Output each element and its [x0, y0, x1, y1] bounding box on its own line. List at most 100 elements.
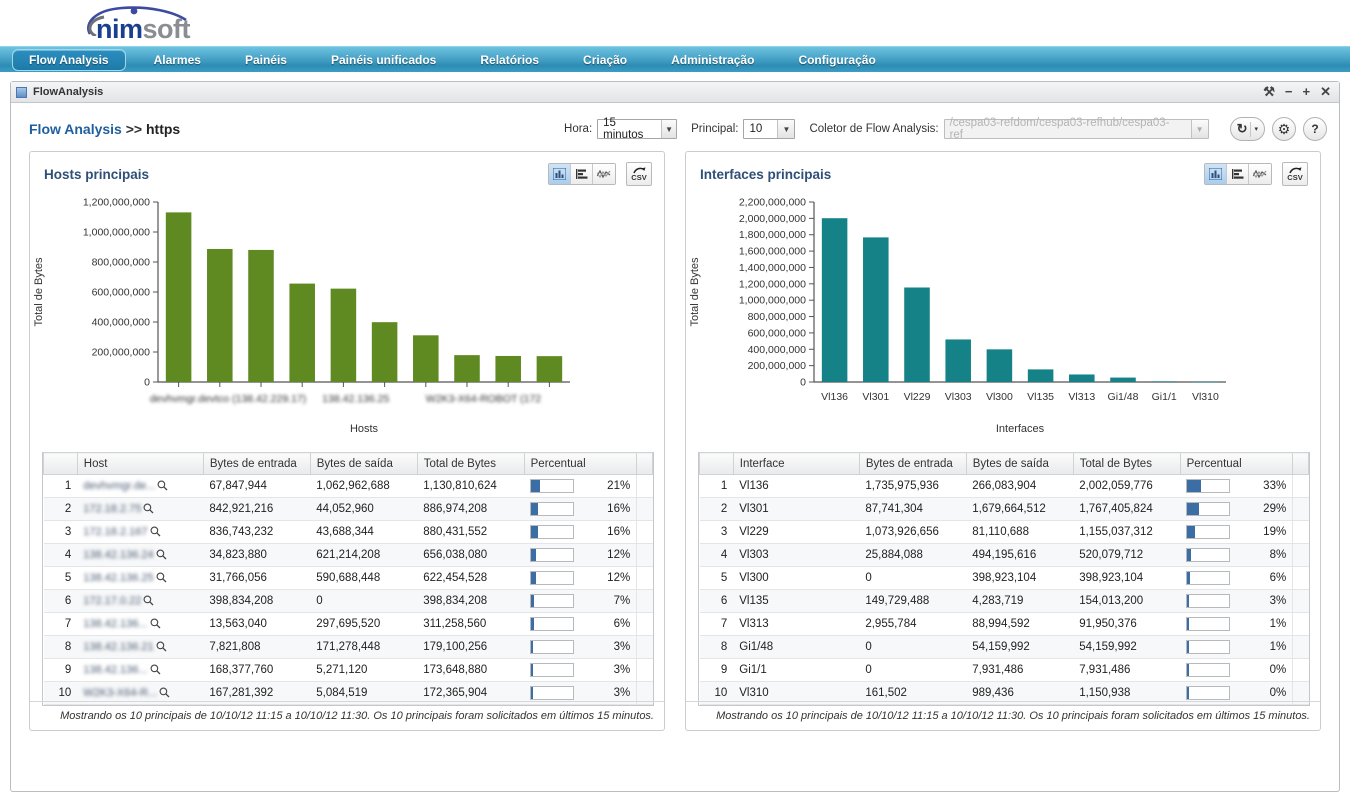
- line-chart-icon[interactable]: [593, 164, 615, 184]
- horizontal-bar-chart-icon[interactable]: [571, 164, 593, 184]
- table-row[interactable]: 8 138.42.136.21 7,821,808 171,278,448 179,10…: [43, 635, 653, 659]
- column-header-total-de-bytes[interactable]: Total de Bytes: [1072, 452, 1181, 475]
- table-row[interactable]: 5 138.42.136.25 31,766,056 590,688,448 622,4…: [43, 566, 653, 590]
- percent-bar-fill: [1187, 618, 1189, 630]
- maximize-icon[interactable]: +: [1303, 85, 1311, 98]
- bar: [289, 283, 315, 382]
- search-icon[interactable]: [157, 480, 168, 491]
- nav-item-relat-rios[interactable]: Relatórios: [458, 47, 561, 73]
- column-header-interface[interactable]: Interface: [732, 452, 860, 475]
- vertical-bar-chart-icon[interactable]: [1205, 164, 1227, 184]
- nav-item-pain-is-unificados[interactable]: Painéis unificados: [309, 47, 458, 73]
- table-row[interactable]: 7 138.42.136... 13,563,040 297,695,520 311,2…: [43, 612, 653, 636]
- svg-text:1,200,000,000: 1,200,000,000: [83, 197, 150, 209]
- row-rank: 1: [699, 474, 734, 498]
- search-icon[interactable]: [150, 526, 161, 537]
- table-row[interactable]: 3 Vl229 1,073,926,656 81,110,688 1,155,037,3…: [699, 520, 1309, 544]
- table-row[interactable]: 1 devhvmgr.de... 67,847,944 1,062,962,688 1,…: [43, 474, 653, 498]
- line-chart-icon[interactable]: [1249, 164, 1271, 184]
- bar: [904, 287, 930, 382]
- table-row[interactable]: 8 Gi1/48 0 54,159,992 54,159,992 1%: [699, 635, 1309, 659]
- table-row[interactable]: 1 Vl136 1,735,975,936 266,083,904 2,002,059,…: [699, 474, 1309, 498]
- hosts-footer-note: Mostrando os 10 principais de 10/10/12 1…: [30, 701, 664, 730]
- column-header-total-de-bytes[interactable]: Total de Bytes: [416, 452, 525, 475]
- search-icon[interactable]: [143, 503, 154, 514]
- coletor-select[interactable]: /cespa03-refdom/cespa03-refhub/cespa03-r…: [943, 117, 1209, 141]
- column-header-blank0[interactable]: [699, 452, 734, 475]
- principal-select[interactable]: 10 ▼: [743, 119, 796, 139]
- row-bytes-in: 168,377,760: [203, 658, 311, 682]
- search-icon[interactable]: [159, 687, 170, 698]
- search-icon[interactable]: [156, 549, 167, 560]
- column-header-bytes-de-sa-da[interactable]: Bytes de saída: [965, 452, 1074, 475]
- search-icon[interactable]: [143, 595, 154, 606]
- table-row[interactable]: 7 Vl313 2,955,784 88,994,592 91,950,376 1%: [699, 612, 1309, 636]
- table-row[interactable]: 5 Vl300 0 398,923,104 398,923,104 6%: [699, 566, 1309, 590]
- search-icon[interactable]: [156, 572, 167, 583]
- row-end-cell: [1292, 658, 1309, 682]
- breadcrumb-root[interactable]: Flow Analysis: [29, 121, 122, 137]
- table-row[interactable]: 3 172.18.2.167 836,743,232 43,688,344 880,43…: [43, 520, 653, 544]
- table-row[interactable]: 6 172.17.0.22 398,834,208 0 398,834,208 7%: [43, 589, 653, 613]
- row-end-cell: [1292, 612, 1309, 636]
- table-row[interactable]: 6 Vl135 149,729,488 4,283,719 154,013,200 3%: [699, 589, 1309, 613]
- column-header-bytes-de-entrada[interactable]: Bytes de entrada: [858, 452, 967, 475]
- interfaces-csv-export-button[interactable]: CSV: [1282, 162, 1308, 186]
- breadcrumb-current: https: [145, 121, 181, 137]
- bar: [1027, 369, 1054, 382]
- search-icon[interactable]: [156, 641, 167, 652]
- page-toolbar: Flow Analysis >> https Hora: 15 minutos …: [11, 103, 1339, 147]
- row-name: Vl313: [739, 618, 769, 630]
- settings-button[interactable]: ⚙: [1272, 117, 1296, 141]
- chevron-down-icon: ▾: [1254, 126, 1258, 133]
- hosts-csv-export-button[interactable]: CSV: [626, 162, 652, 186]
- close-icon[interactable]: ✕: [1320, 85, 1331, 98]
- table-row[interactable]: 2 172.18.2.75 842,921,216 44,052,960 886,974…: [43, 497, 653, 521]
- svg-text:Vl300: Vl300: [986, 391, 1013, 403]
- column-header-bytes-de-sa-da[interactable]: Bytes de saída: [309, 452, 418, 475]
- nav-item-pain-is[interactable]: Painéis: [223, 47, 309, 73]
- nav-item-configura-o[interactable]: Configuração: [776, 47, 897, 73]
- svg-text:1,000,000,000: 1,000,000,000: [83, 227, 150, 239]
- column-header-percentual[interactable]: Percentual: [523, 452, 638, 475]
- principal-label: Principal:: [691, 123, 739, 135]
- hora-control: Hora: 15 minutos ▼: [564, 117, 678, 141]
- vertical-bar-chart-icon[interactable]: [549, 164, 571, 184]
- percent-bar-fill: [1187, 641, 1189, 653]
- row-end-cell: [636, 520, 653, 544]
- interfaces-table-header-row: Interface Bytes de entrada Bytes de saída T…: [699, 452, 1309, 475]
- row-name: Vl229: [739, 526, 769, 538]
- bar: [1110, 377, 1136, 382]
- row-name: Vl301: [739, 503, 769, 515]
- search-icon[interactable]: [150, 618, 161, 629]
- nav-item-flow-analysis[interactable]: Flow Analysis: [12, 48, 126, 71]
- column-header-percentual[interactable]: Percentual: [1179, 452, 1294, 475]
- row-bytes-out: 88,994,592: [966, 612, 1074, 636]
- column-header-blank0[interactable]: [43, 452, 78, 475]
- table-row[interactable]: 4 Vl303 25,884,088 494,195,616 520,079,712 8%: [699, 543, 1309, 567]
- wrench-icon[interactable]: ⚒: [1263, 85, 1275, 98]
- table-row[interactable]: 4 138.42.136.24 34,823,880 621,214,208 656,0…: [43, 543, 653, 567]
- percent-bar-fill: [531, 480, 541, 492]
- row-bytes-out: 1,062,962,688: [310, 474, 418, 498]
- column-header-bytes-de-entrada[interactable]: Bytes de entrada: [202, 452, 311, 475]
- nav-item-cria-o[interactable]: Criação: [561, 47, 649, 73]
- nav-item-alarmes[interactable]: Alarmes: [132, 47, 223, 73]
- percent-bar-track: [530, 686, 575, 700]
- percent-bar-track: [530, 571, 575, 585]
- column-header-host[interactable]: Host: [76, 452, 204, 475]
- percent-bar-track: [530, 525, 575, 539]
- nav-item-administra-o[interactable]: Administração: [649, 47, 776, 73]
- interfaces-table-container: Interface Bytes de entrada Bytes de saída T…: [698, 452, 1310, 706]
- search-icon[interactable]: [150, 664, 161, 675]
- table-row[interactable]: 9 Gi1/1 0 7,931,486 7,931,486 0%: [699, 658, 1309, 682]
- help-button[interactable]: ?: [1303, 117, 1327, 141]
- horizontal-bar-chart-icon[interactable]: [1227, 164, 1249, 184]
- table-row[interactable]: 2 Vl301 87,741,304 1,679,664,512 1,767,405,8…: [699, 497, 1309, 521]
- minimize-icon[interactable]: −: [1285, 85, 1293, 98]
- svg-text:138.42.136.25: 138.42.136.25: [322, 393, 389, 405]
- hora-select[interactable]: 15 minutos ▼: [597, 117, 678, 141]
- refresh-button[interactable]: ↻ ▾: [1229, 117, 1265, 141]
- table-row[interactable]: 9 138.42.136... 168,377,760 5,271,120 173,64…: [43, 658, 653, 682]
- row-rank: 8: [699, 635, 734, 659]
